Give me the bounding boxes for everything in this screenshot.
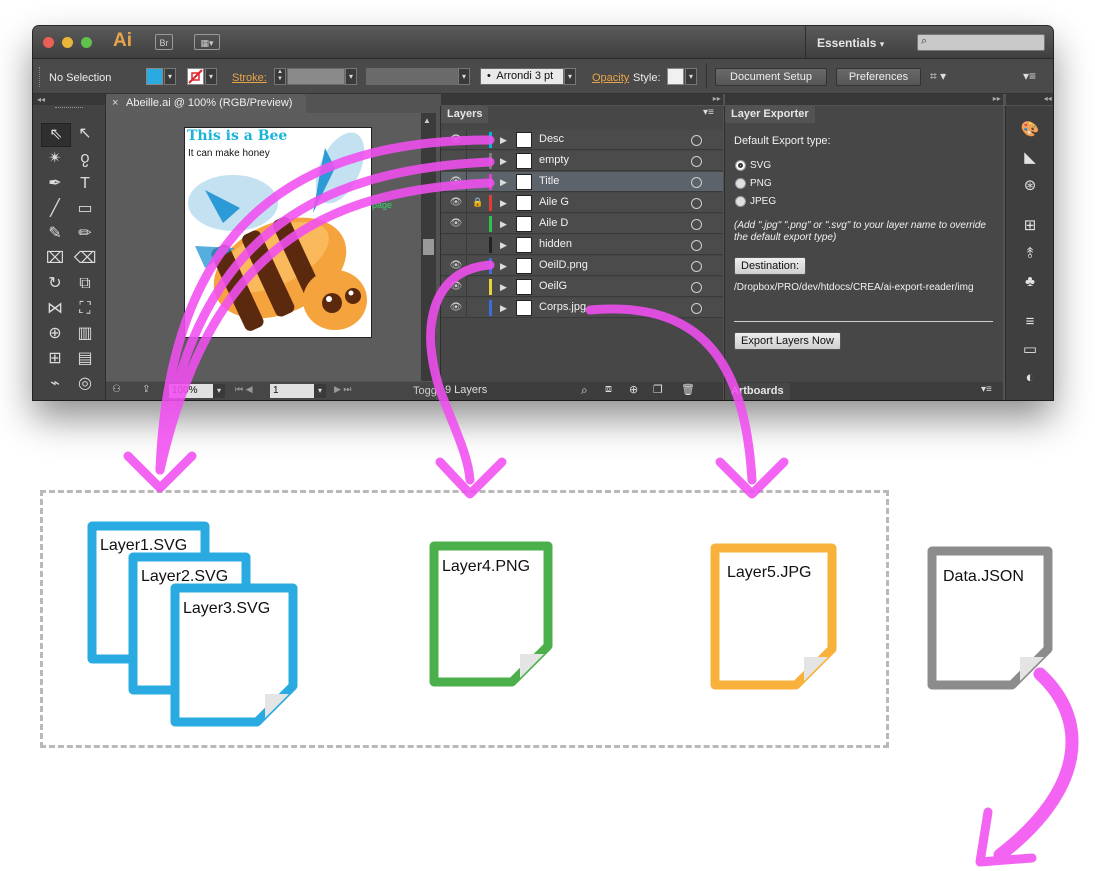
- oeild-to-png-arrow: [426, 260, 495, 485]
- empty-to-svg-arrow: [155, 157, 495, 475]
- json-output-arrow: [993, 667, 1079, 862]
- arrows-layer: [123, 135, 1079, 867]
- corps-to-jpg-arrow: [585, 304, 757, 485]
- title-to-svg-arrow: [155, 178, 495, 475]
